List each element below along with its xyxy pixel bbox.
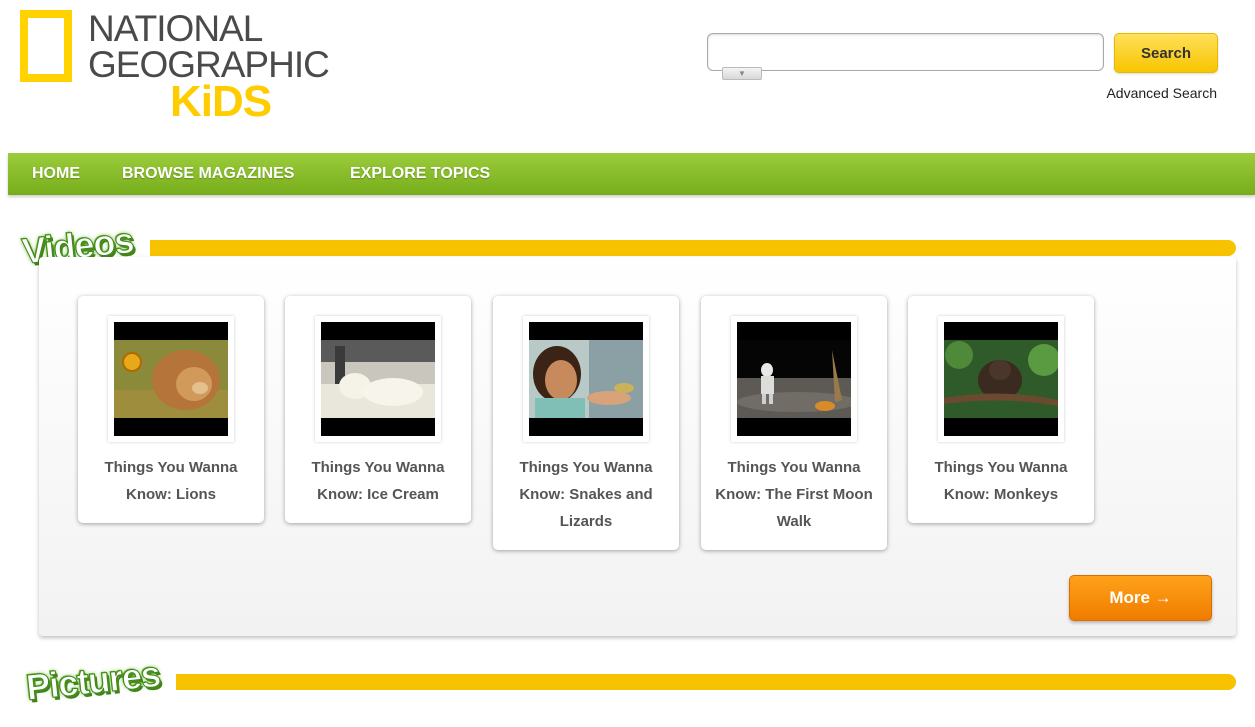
logo-text-national: NATIONAL bbox=[88, 8, 263, 49]
ice-cream-image bbox=[321, 340, 435, 418]
more-videos-button[interactable]: More → bbox=[1069, 575, 1212, 621]
video-card-title[interactable]: Things You Wanna Know: Snakes and Lizard… bbox=[503, 454, 669, 535]
nav-item-browse-magazines[interactable]: BROWSE MAGAZINES bbox=[122, 165, 294, 183]
video-thumbnail-frame bbox=[938, 316, 1064, 442]
video-card-lions[interactable]: Things You Wanna Know: Lions bbox=[78, 296, 264, 523]
video-thumbnail-frame bbox=[108, 316, 234, 442]
video-thumbnail-frame bbox=[315, 316, 441, 442]
search-button[interactable]: Search bbox=[1114, 33, 1218, 73]
nav-item-home[interactable]: HOME bbox=[32, 165, 80, 183]
video-card-ice-cream[interactable]: Things You Wanna Know: Ice Cream bbox=[285, 296, 471, 523]
child-with-lizard-image bbox=[529, 340, 643, 418]
nav-item-explore-topics[interactable]: EXPLORE TOPICS bbox=[350, 165, 490, 183]
video-thumbnail-monkeys[interactable] bbox=[944, 322, 1058, 436]
video-thumbnail-ice-cream[interactable] bbox=[321, 322, 435, 436]
video-thumbnail-first-moon-walk[interactable] bbox=[737, 322, 851, 436]
main-nav: HOME BROWSE MAGAZINES EXPLORE TOPICS bbox=[8, 153, 1255, 195]
search-dropdown-toggle[interactable]: ▼ bbox=[722, 67, 762, 80]
videos-header-bar bbox=[150, 240, 1236, 256]
video-thumbnail-snakes-and-lizards[interactable] bbox=[529, 322, 643, 436]
video-card-title[interactable]: Things You Wanna Know: Lions bbox=[88, 454, 254, 508]
chevron-down-icon: ▼ bbox=[738, 69, 746, 78]
natgeo-kids-logo[interactable]: NATIONAL GEOGRAPHIC KiDS bbox=[18, 8, 330, 126]
video-thumbnail-frame bbox=[731, 316, 857, 442]
advanced-search-link[interactable]: Advanced Search bbox=[1080, 85, 1217, 101]
video-card-title[interactable]: Things You Wanna Know: The First Moon Wa… bbox=[711, 454, 877, 535]
pictures-header-bar bbox=[176, 674, 1236, 690]
yellow-border-icon bbox=[20, 10, 72, 82]
video-card-snakes-and-lizards[interactable]: Things You Wanna Know: Snakes and Lizard… bbox=[493, 296, 679, 550]
video-thumbnail-lions[interactable] bbox=[114, 322, 228, 436]
logo-text-kids: KiDS bbox=[170, 77, 272, 126]
monkey-image bbox=[944, 340, 1058, 418]
video-card-title[interactable]: Things You Wanna Know: Ice Cream bbox=[295, 454, 461, 508]
video-card-title[interactable]: Things You Wanna Know: Monkeys bbox=[918, 454, 1084, 508]
pictures-section-title: Pictures bbox=[24, 653, 163, 709]
search-input[interactable] bbox=[707, 33, 1104, 71]
astronaut-image bbox=[737, 340, 851, 418]
video-card-first-moon-walk[interactable]: Things You Wanna Know: The First Moon Wa… bbox=[701, 296, 887, 550]
lion-image bbox=[114, 340, 228, 418]
video-thumbnail-frame bbox=[523, 316, 649, 442]
video-card-monkeys[interactable]: Things You Wanna Know: Monkeys bbox=[908, 296, 1094, 523]
